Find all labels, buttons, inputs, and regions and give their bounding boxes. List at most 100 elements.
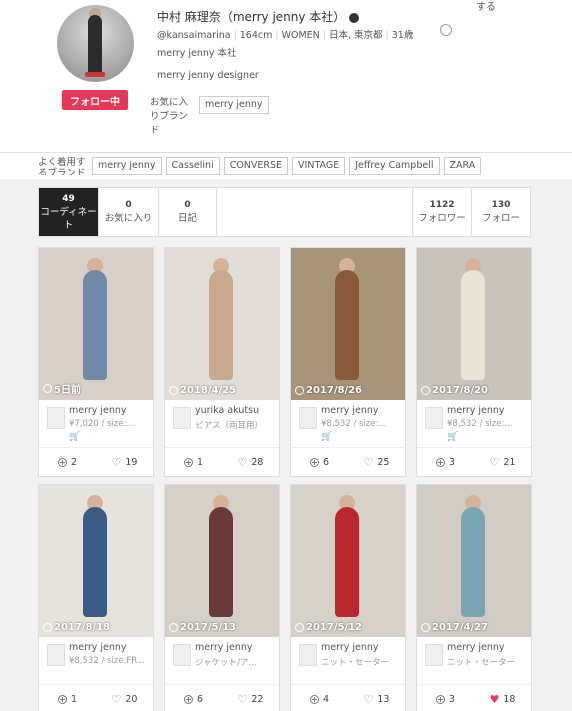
coordinate-card[interactable]: 2017/8/26 merry jenny ¥8,532 / size:... …	[290, 247, 406, 477]
like-button[interactable]: ♡ 28	[222, 457, 279, 468]
item-thumbnail[interactable]	[425, 644, 443, 666]
cart-icon[interactable]: 🛒	[321, 432, 332, 442]
item-detail: ¥8,532 / size:...	[447, 419, 513, 429]
tab-followers[interactable]: 1122 フォロワー	[413, 188, 472, 236]
post-date-text: 2018/4/25	[180, 385, 237, 396]
follow-button[interactable]: フォロー中	[62, 90, 128, 110]
item-thumbnail[interactable]	[173, 644, 191, 666]
item-thumbnail[interactable]	[47, 407, 65, 429]
model-outfit	[209, 270, 233, 380]
item-brand[interactable]: merry jenny	[69, 642, 151, 653]
model-outfit	[461, 270, 485, 380]
item-brand[interactable]: merry jenny	[321, 405, 403, 416]
like-button[interactable]: ♡ 22	[222, 694, 279, 705]
add-button[interactable]: 1	[165, 457, 222, 468]
brand-tag[interactable]: Jeffrey Campbell	[349, 157, 440, 175]
tab-favorites[interactable]: 0 お気に入り	[99, 188, 159, 236]
item-info[interactable]: merry jenny ¥8,532 / size:... 🛒	[291, 400, 405, 448]
post-date-text: 2017/8/20	[432, 385, 489, 396]
outfit-photo[interactable]: 2017/4/27	[417, 485, 531, 637]
add-button[interactable]: 3	[417, 694, 474, 705]
brand-tag[interactable]: ZARA	[443, 157, 482, 175]
outfit-photo[interactable]: 2018/4/25	[165, 248, 279, 400]
item-info[interactable]: merry jenny ¥7,020 / size:... 🛒	[39, 400, 153, 448]
item-info[interactable]: merry jenny ジャケット/ア...	[165, 637, 279, 685]
tab-following[interactable]: 130 フォロー	[472, 188, 530, 236]
stats-spacer	[217, 188, 413, 236]
like-button[interactable]: ♡ 21	[474, 457, 531, 468]
plus-icon	[57, 457, 67, 467]
outfit-photo[interactable]: 2017/8/18	[39, 485, 153, 637]
item-thumbnail[interactable]	[299, 407, 317, 429]
favorites-label: お気に入り	[104, 213, 153, 224]
tab-diary[interactable]: 0 日記	[159, 188, 217, 236]
card-actions: 6 ♡ 22	[165, 685, 279, 711]
add-button[interactable]: 4	[291, 694, 348, 705]
plus-icon	[183, 694, 193, 704]
coordinate-card[interactable]: 2018/4/25 yurika akutsu ピアス（両耳用） 1 ♡ 28	[164, 247, 280, 477]
avatar[interactable]	[57, 5, 134, 82]
item-info[interactable]: merry jenny ニット・セーター	[291, 637, 405, 685]
add-button[interactable]: 6	[291, 457, 348, 468]
brand-tag[interactable]: Casselini	[165, 157, 220, 175]
tab-coordinates[interactable]: 49 コーディネート	[39, 188, 99, 236]
item-brand[interactable]: merry jenny	[321, 642, 403, 653]
outfit-photo[interactable]: 5日前	[39, 248, 153, 400]
item-thumbnail[interactable]	[425, 407, 443, 429]
add-button[interactable]: 6	[165, 694, 222, 705]
add-button[interactable]: 3	[417, 457, 474, 468]
outfit-photo[interactable]: 2017/5/12	[291, 485, 405, 637]
profile-subline: @kansaimarina | 164cm | WOMEN | 日本, 東京都 | 31歳	[157, 30, 414, 41]
like-button[interactable]: ♡ 13	[348, 694, 405, 705]
brand-tag[interactable]: VINTAGE	[292, 157, 346, 175]
coordinate-card[interactable]: 2017/8/20 merry jenny ¥8,532 / size:... …	[416, 247, 532, 477]
item-brand[interactable]: merry jenny	[69, 405, 151, 416]
coordinate-card[interactable]: 2017/8/18 merry jenny ¥8,532 / size:FR..…	[38, 484, 154, 711]
coordinate-card[interactable]: 2017/4/27 merry jenny ニット・セーター 3 ♥ 18	[416, 484, 532, 711]
coordinate-card[interactable]: 2017/5/13 merry jenny ジャケット/ア... 6 ♡ 22	[164, 484, 280, 711]
outfit-photo[interactable]: 2017/8/20	[417, 248, 531, 400]
plus-icon	[183, 457, 193, 467]
page: フォロー中 中村 麻理奈（merry jenny 本社） @kansaimari…	[0, 0, 572, 711]
add-button[interactable]: 1	[39, 694, 96, 705]
item-brand[interactable]: merry jenny	[447, 405, 529, 416]
post-date: 2017/5/13	[169, 622, 236, 633]
top-right-text[interactable]: する	[476, 0, 496, 13]
cart-icon[interactable]: 🛒	[447, 432, 458, 442]
brand-tag[interactable]: CONVERSE	[223, 157, 289, 175]
post-date-text: 2017/4/27	[432, 622, 489, 633]
more-menu-icon[interactable]	[440, 24, 452, 36]
item-brand[interactable]: yurika akutsu	[195, 405, 277, 416]
item-thumbnail[interactable]	[47, 644, 65, 666]
outfit-photo[interactable]: 2017/5/13	[165, 485, 279, 637]
clock-icon	[421, 386, 430, 395]
item-info[interactable]: merry jenny ¥8,532 / size:FR...	[39, 637, 153, 685]
item-brand[interactable]: merry jenny	[447, 642, 529, 653]
brand-tag[interactable]: merry jenny	[92, 157, 162, 175]
clock-icon	[295, 386, 304, 395]
card-actions: 4 ♡ 13	[291, 685, 405, 711]
outfit-photo[interactable]: 2017/8/26	[291, 248, 405, 400]
card-actions: 6 ♡ 25	[291, 448, 405, 476]
coordinate-card[interactable]: 2017/5/12 merry jenny ニット・セーター 4 ♡ 13	[290, 484, 406, 711]
item-brand[interactable]: merry jenny	[195, 642, 277, 653]
like-button[interactable]: ♡ 25	[348, 457, 405, 468]
item-info[interactable]: merry jenny ¥8,532 / size:... 🛒	[417, 400, 531, 448]
item-info[interactable]: yurika akutsu ピアス（両耳用）	[165, 400, 279, 448]
heart-icon: ♡	[237, 692, 248, 706]
add-button[interactable]: 2	[39, 457, 96, 468]
item-info[interactable]: merry jenny ニット・セーター	[417, 637, 531, 685]
fav-brand-chip[interactable]: merry jenny	[199, 96, 269, 114]
item-thumbnail[interactable]	[299, 644, 317, 666]
coordinate-card[interactable]: 5日前 merry jenny ¥7,020 / size:... 🛒 2 ♡ 1…	[38, 247, 154, 477]
heart-icon: ♡	[237, 455, 248, 469]
like-count: 20	[125, 693, 138, 705]
like-button[interactable]: ♥ 18	[474, 694, 531, 705]
card-actions: 3 ♡ 21	[417, 448, 531, 476]
item-thumbnail[interactable]	[173, 407, 191, 429]
like-button[interactable]: ♡ 19	[96, 457, 153, 468]
like-button[interactable]: ♡ 20	[96, 694, 153, 705]
verified-icon	[349, 12, 360, 23]
cart-icon[interactable]: 🛒	[69, 432, 80, 442]
model-outfit	[461, 507, 485, 617]
